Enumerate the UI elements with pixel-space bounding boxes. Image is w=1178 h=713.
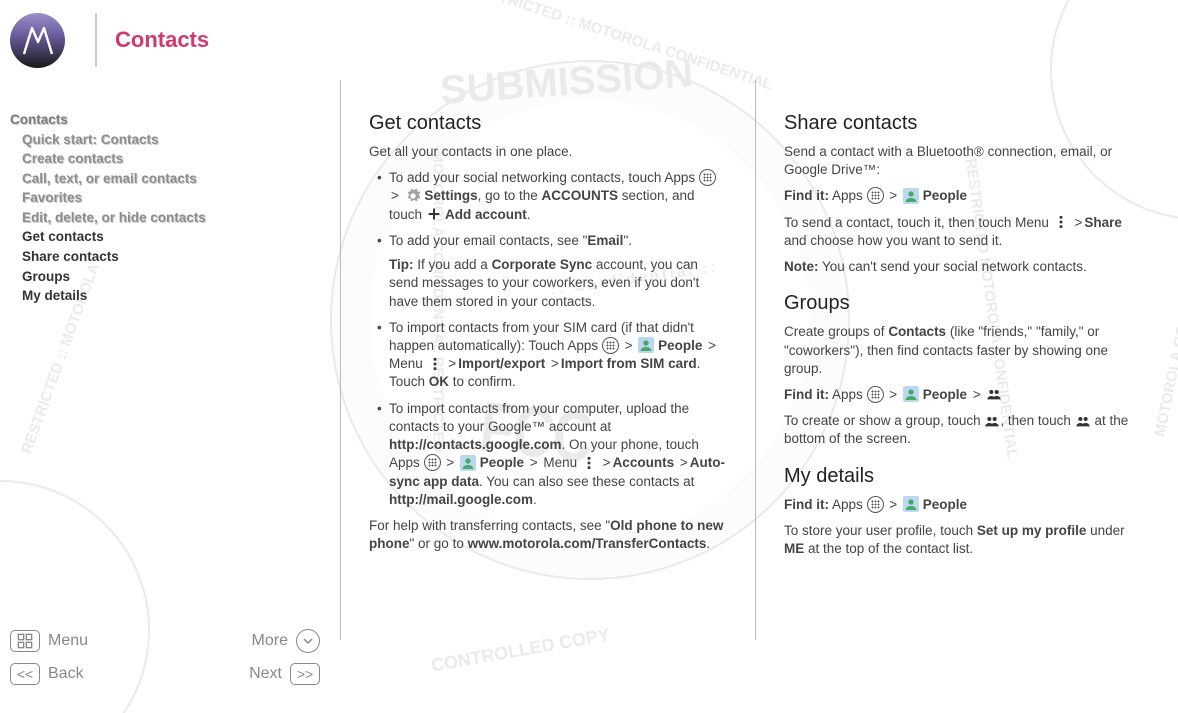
apps-icon	[699, 169, 716, 186]
people-icon	[460, 455, 476, 471]
toc-item[interactable]: Share contacts	[10, 247, 340, 267]
heading-share-contacts: Share contacts	[784, 110, 1142, 137]
toc-item[interactable]: My details	[10, 286, 340, 306]
groups-intro: Create groups of Contacts (like "friends…	[784, 323, 1142, 378]
menu-dots-icon	[1053, 214, 1069, 230]
toc-item-active[interactable]: Get contacts	[10, 227, 340, 247]
apps-icon	[424, 454, 441, 471]
more-label: More	[252, 632, 288, 650]
help-text: For help with transferring contacts, see…	[369, 517, 727, 553]
note-line: Note: You can't send your social network…	[784, 258, 1142, 276]
menu-label: Menu	[48, 632, 88, 650]
list-item: To import contacts from your SIM card (i…	[379, 319, 727, 392]
next-icon: >>	[290, 663, 320, 685]
apps-icon	[867, 386, 884, 403]
footer-nav: Menu More << Back Next >>	[10, 629, 320, 695]
next-label: Next	[249, 665, 282, 683]
group-icon	[1075, 413, 1091, 429]
find-it-line: Find it: Apps > People	[784, 187, 1142, 205]
page-title: Contacts	[115, 27, 209, 53]
chevron-down-icon	[296, 629, 320, 653]
header-divider	[95, 13, 97, 67]
groups-body: To create or show a group, touch , then …	[784, 412, 1142, 448]
intro-text: Get all your contacts in one place.	[369, 143, 727, 161]
more-button[interactable]: More	[252, 629, 320, 653]
toc-item[interactable]: Quick start: Contacts	[10, 130, 340, 150]
heading-groups: Groups	[784, 290, 1142, 317]
toc-item[interactable]: Create contacts	[10, 149, 340, 169]
menu-grid-icon	[10, 630, 40, 652]
back-icon: <<	[10, 663, 40, 685]
toc-item[interactable]: Groups	[10, 267, 340, 287]
plus-icon	[426, 206, 442, 222]
group-icon	[984, 413, 1000, 429]
share-intro: Send a contact with a Bluetooth® connect…	[784, 143, 1142, 179]
people-icon	[638, 337, 654, 353]
table-of-contents: Contacts Quick start: Contacts Create co…	[0, 80, 340, 640]
people-icon	[903, 188, 919, 204]
heading-my-details: My details	[784, 463, 1142, 490]
list-item: To add your email contacts, see "Email".…	[379, 232, 727, 311]
next-button[interactable]: Next >>	[249, 663, 320, 685]
people-icon	[903, 386, 919, 402]
find-it-line: Find it: Apps > People	[784, 496, 1142, 514]
apps-icon	[867, 496, 884, 513]
list-item: To import contacts from your computer, u…	[379, 400, 727, 509]
apps-icon	[867, 187, 884, 204]
toc-item[interactable]: Favorites	[10, 188, 340, 208]
apps-icon	[602, 337, 619, 354]
content-column-2: Share contacts Send a contact with a Blu…	[755, 80, 1170, 640]
toc-item[interactable]: Call, text, or email contacts	[10, 169, 340, 189]
toc-section[interactable]: Contacts	[10, 110, 340, 130]
content-column-1: Get contacts Get all your contacts in on…	[340, 80, 755, 640]
menu-button[interactable]: Menu	[10, 630, 88, 652]
heading-get-contacts: Get contacts	[369, 110, 727, 137]
toc-item[interactable]: Edit, delete, or hide contacts	[10, 208, 340, 228]
list-item: To add your social networking contacts, …	[379, 169, 727, 224]
motorola-logo	[10, 13, 65, 68]
menu-dots-icon	[427, 356, 443, 372]
group-icon	[986, 386, 1002, 402]
settings-icon	[405, 188, 421, 204]
back-button[interactable]: << Back	[10, 663, 84, 685]
people-icon	[903, 496, 919, 512]
find-it-line: Find it: Apps > People >	[784, 386, 1142, 404]
share-body: To send a contact, touch it, then touch …	[784, 214, 1142, 250]
menu-dots-icon	[581, 455, 597, 471]
details-body: To store your user profile, touch Set up…	[784, 522, 1142, 558]
back-label: Back	[48, 665, 84, 683]
